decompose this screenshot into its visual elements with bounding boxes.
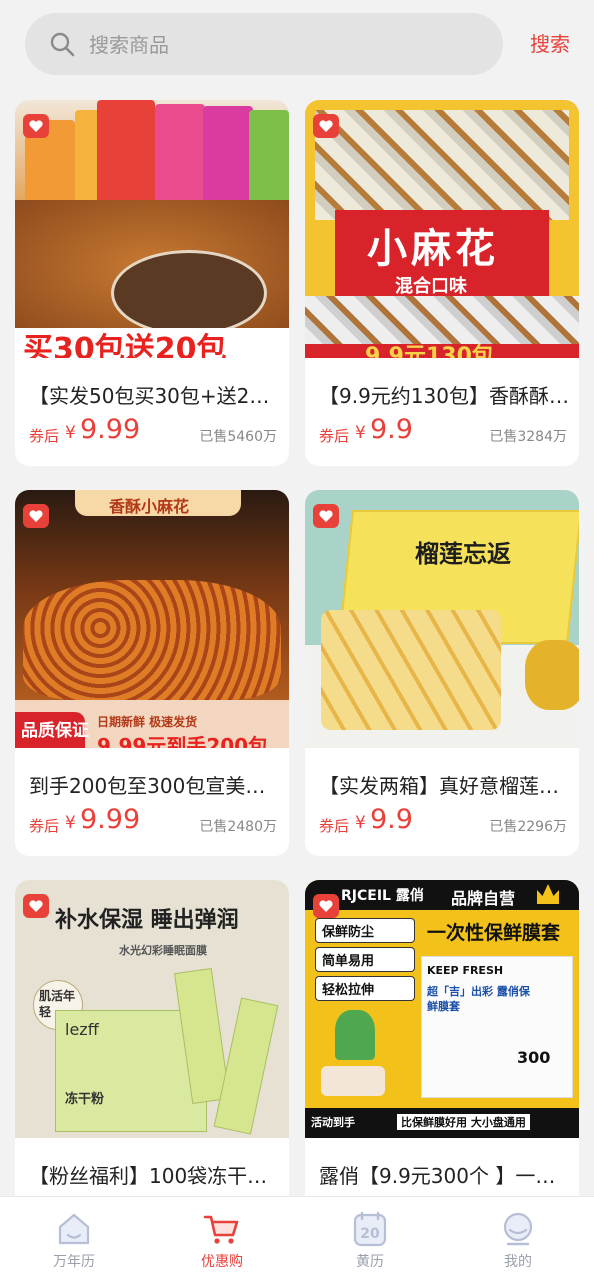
search-icon xyxy=(50,32,75,57)
price-row: 券后 ¥ 9.9 已售3284万 xyxy=(319,414,567,450)
product-image: 榴莲忘返 xyxy=(305,490,579,748)
product-card[interactable]: 香酥小麻花 品质保证 日期新鲜 极速发货 9.99元到手200包 到手200包至… xyxy=(15,490,289,856)
product-title: 【实发50包买30包+送20… xyxy=(29,384,279,408)
tab-label: 黄历 xyxy=(356,1254,384,1270)
price: 9.9 xyxy=(370,804,413,835)
promo-subbanner: 水光幻彩睡眠面膜 xyxy=(119,944,207,957)
product-card[interactable]: 榴莲忘返 【实发两箱】真好意榴莲… 券后 ¥ 9.9 已售2296万 xyxy=(305,490,579,856)
search-button[interactable]: 搜索 xyxy=(530,28,570,57)
product-title: 【9.9元约130包】香酥酥… xyxy=(319,384,569,408)
price: 9.99 xyxy=(80,804,141,835)
product-card[interactable]: 买30包送20包 【实发50包买30包+送20… 券后 ¥ 9.99 已售546… xyxy=(15,100,289,466)
brand-badge-icon xyxy=(313,114,339,138)
search-input[interactable] xyxy=(87,13,491,77)
price-row: 券后 ¥ 9.99 已售5460万 xyxy=(29,414,277,450)
coupon-label: 券后 xyxy=(319,817,350,835)
price-banner: 9.99元到手200包 xyxy=(97,734,269,748)
product-image: 小麻花 混合口味 9.9元130包 xyxy=(305,100,579,358)
product-title: 【粉丝福利】100袋冻干… xyxy=(29,1164,268,1188)
tab-calendar-home[interactable]: 万年历 xyxy=(0,1197,148,1281)
feature-item: 保鲜防尘 xyxy=(315,918,415,943)
cart-icon xyxy=(203,1215,239,1244)
box-label: 冻干粉 xyxy=(65,1092,105,1107)
promo-strip-right: 比保鲜膜好用 大小盘通用 xyxy=(397,1114,530,1130)
calendar-icon-date: 20 xyxy=(360,1226,380,1242)
bottom-tab-bar: 万年历 优惠购 20 黄历 我的 xyxy=(0,1196,594,1281)
sold-count: 已售5460万 xyxy=(199,429,277,445)
product-title: 到手200包至300包宣美… xyxy=(29,774,266,798)
tab-label: 优惠购 xyxy=(201,1254,243,1270)
promo-banner: 买30包送20包 xyxy=(23,332,227,358)
sold-count: 已售3284万 xyxy=(489,429,567,445)
price-row: 券后 ¥ 9.9 已售2296万 xyxy=(319,804,567,840)
feature-list: 保鲜防尘 简单易用 轻松拉伸 xyxy=(315,918,415,1001)
search-box[interactable] xyxy=(25,13,503,77)
product-image: 买30包送20包 xyxy=(15,100,289,358)
brand-name: lezff xyxy=(65,1020,99,1039)
product-card[interactable]: 补水保湿 睡出弹润 水光幻彩睡眠面膜 肌活年轻 lezff 冻干粉 【粉丝福利】… xyxy=(15,880,289,1246)
tab-profile[interactable]: 我的 xyxy=(444,1197,592,1281)
promo-banner: 小麻花 xyxy=(367,226,499,272)
quality-badge: 品质保证 xyxy=(21,721,89,741)
tab-deals[interactable]: 优惠购 xyxy=(148,1197,296,1281)
promo-subbanner: 混合口味 xyxy=(395,276,467,297)
coupon-label: 券后 xyxy=(29,817,60,835)
package-label: 榴莲忘返 xyxy=(415,540,511,568)
keep-fresh-label: KEEP FRESH xyxy=(427,964,504,977)
tab-label: 我的 xyxy=(504,1254,532,1270)
promo-banner-top: 香酥小麻花 xyxy=(109,497,190,516)
feature-item: 简单易用 xyxy=(315,947,415,972)
feature-item: 轻松拉伸 xyxy=(315,976,415,1001)
brand-badge-icon xyxy=(23,894,49,918)
home-icon xyxy=(58,1213,90,1245)
brand-badge-icon xyxy=(23,504,49,528)
brand-badge-icon xyxy=(313,504,339,528)
product-card[interactable]: RJCEIL 露俏 品牌自营 一次性保鲜膜套 保鲜防尘 简单易用 轻松拉伸 KE… xyxy=(305,880,579,1246)
product-card[interactable]: 小麻花 混合口味 9.9元130包 【9.9元约130包】香酥酥… 券后 ¥ 9… xyxy=(305,100,579,466)
price-row: 券后 ¥ 9.99 已售2480万 xyxy=(29,804,277,840)
product-type: 一次性保鲜膜套 xyxy=(427,922,561,944)
price: 9.9 xyxy=(370,414,413,445)
self-operated-badge: 品牌自营 xyxy=(451,889,516,908)
promo-strip-left: 活动到手 xyxy=(311,1116,355,1129)
product-title: 【实发两箱】真好意榴莲… xyxy=(319,774,559,798)
brand-badge-icon xyxy=(313,894,339,918)
price: 9.99 xyxy=(80,414,141,445)
profile-icon xyxy=(503,1212,533,1246)
promo-strip: 日期新鲜 极速发货 xyxy=(97,715,198,729)
coupon-label: 券后 xyxy=(29,427,60,445)
coupon-label: 券后 xyxy=(319,427,350,445)
currency-symbol: ¥ xyxy=(65,813,76,833)
brand-name: RJCEIL 露俏 xyxy=(341,888,424,904)
calendar-icon: 20 xyxy=(353,1211,387,1247)
product-image: 香酥小麻花 品质保证 日期新鲜 极速发货 9.99元到手200包 xyxy=(15,490,289,748)
package-title: 超「吉」出彩 露俏保鲜膜套 xyxy=(427,985,530,1013)
promo-banner-top: 补水保湿 睡出弹润 xyxy=(55,908,239,933)
tab-almanac[interactable]: 20 黄历 xyxy=(296,1197,444,1281)
product-title: 露俏【9.9元300个 】一… xyxy=(319,1164,556,1188)
currency-symbol: ¥ xyxy=(65,423,76,443)
search-bar: 搜索 xyxy=(0,0,594,88)
count-label: 300 xyxy=(517,1048,551,1067)
currency-symbol: ¥ xyxy=(355,423,366,443)
price-banner: 9.9元130包 xyxy=(365,344,494,358)
tab-label: 万年历 xyxy=(53,1254,95,1270)
brand-badge-icon xyxy=(23,114,49,138)
currency-symbol: ¥ xyxy=(355,813,366,833)
product-image: 补水保湿 睡出弹润 水光幻彩睡眠面膜 肌活年轻 lezff 冻干粉 xyxy=(15,880,289,1138)
product-image: RJCEIL 露俏 品牌自营 一次性保鲜膜套 保鲜防尘 简单易用 轻松拉伸 KE… xyxy=(305,880,579,1138)
sold-count: 已售2480万 xyxy=(199,819,277,835)
sold-count: 已售2296万 xyxy=(489,819,567,835)
